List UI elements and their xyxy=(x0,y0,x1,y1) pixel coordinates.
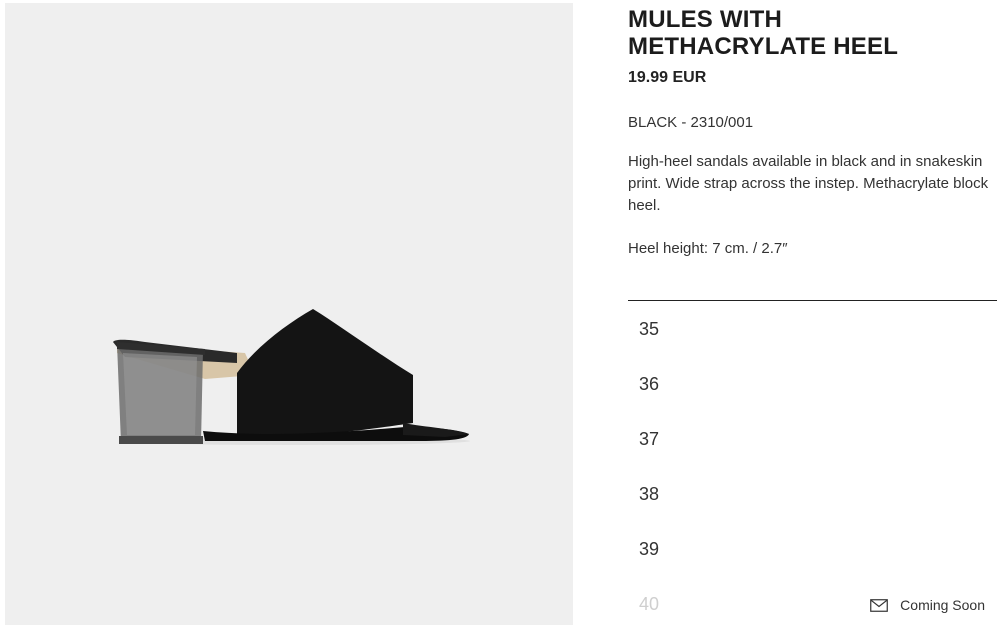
shoe-toe xyxy=(403,423,469,437)
product-details: MULES WITH METHACRYLATE HEEL 19.99 EUR B… xyxy=(628,6,997,260)
product-price: 19.99 EUR xyxy=(628,69,707,86)
coming-soon-label: Coming Soon xyxy=(900,597,985,613)
mail-icon xyxy=(870,598,889,612)
size-label: 35 xyxy=(639,319,660,339)
size-option-35[interactable]: 35 xyxy=(628,301,997,356)
size-label: 36 xyxy=(639,374,660,394)
size-label: 38 xyxy=(639,484,660,504)
product-description: High-heel sandals available in black and… xyxy=(628,153,989,214)
size-option-36[interactable]: 36 xyxy=(628,356,997,411)
shoe-image xyxy=(113,309,470,445)
size-label: 37 xyxy=(639,429,660,449)
product-image-panel[interactable] xyxy=(5,3,573,625)
product-color-reference: BLACK - 2310/001 xyxy=(628,114,754,131)
shoe-heel-highlight xyxy=(123,353,197,435)
size-list: 35 36 37 38 39 40 Coming Soon xyxy=(628,301,997,631)
product-heel-height: Heel height: 7 cm. / 2.7″ xyxy=(628,240,788,257)
shoe-heel-base xyxy=(119,436,203,444)
size-label: 40 xyxy=(639,594,660,614)
size-option-38[interactable]: 38 xyxy=(628,466,997,521)
size-option-40[interactable]: 40 Coming Soon xyxy=(628,576,997,631)
product-page: MULES WITH METHACRYLATE HEEL 19.99 EUR B… xyxy=(0,0,1001,631)
coming-soon-notify[interactable]: Coming Soon xyxy=(870,596,985,614)
size-option-39[interactable]: 39 xyxy=(628,521,997,576)
shoe-upper xyxy=(237,309,413,435)
size-option-37[interactable]: 37 xyxy=(628,411,997,466)
size-label: 39 xyxy=(639,539,660,559)
product-title: MULES WITH METHACRYLATE HEEL xyxy=(628,6,899,60)
